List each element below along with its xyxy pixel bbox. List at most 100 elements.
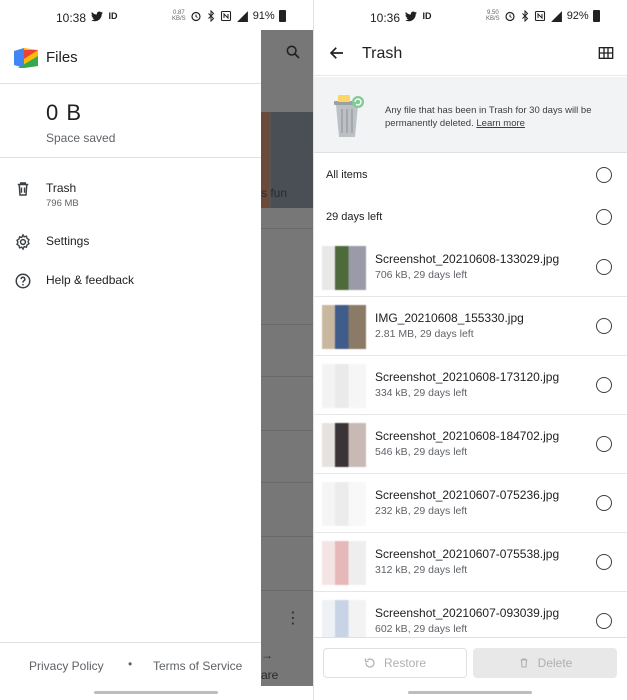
right-screen: 10:36 ID 9.50 KB/S 92% Trash Any file th…: [314, 0, 627, 700]
trash-icon: [17, 182, 29, 196]
drawer-item-label: Trash: [46, 181, 77, 195]
banner-message: Any file that has been in Trash for 30 d…: [385, 104, 621, 130]
notification-icons: ID: [405, 10, 433, 22]
drawer-item-sub: 796 MB: [46, 198, 79, 209]
footer-separator: •: [128, 657, 133, 671]
battery-percent: 92%: [566, 10, 589, 22]
gesture-handle[interactable]: [408, 691, 532, 694]
learn-more-link[interactable]: Learn more: [476, 118, 525, 129]
file-thumbnail: [322, 482, 366, 526]
file-name: Screenshot_20210607-093039.jpg: [375, 606, 560, 620]
system-icons: 0.87 KB/S 91%: [172, 10, 286, 22]
drawer-header: Files: [0, 30, 261, 84]
system-icons: 9.50 KB/S 92%: [486, 10, 600, 22]
file-select-radio[interactable]: [596, 436, 612, 452]
file-meta: 334 kB, 29 days left: [375, 387, 468, 399]
file-select-radio[interactable]: [596, 613, 612, 629]
background-app-scrim[interactable]: s fun ⋮ → are: [261, 30, 313, 686]
file-name: Screenshot_20210607-075538.jpg: [375, 547, 560, 561]
terms-of-service-link[interactable]: Terms of Service: [153, 659, 242, 673]
privacy-policy-link[interactable]: Privacy Policy: [29, 659, 104, 673]
select-all-radio[interactable]: [596, 167, 612, 183]
grid-view-icon[interactable]: [598, 45, 614, 61]
file-meta: 602 kB, 29 days left: [375, 623, 468, 635]
file-select-radio[interactable]: [596, 318, 612, 334]
file-name: Screenshot_20210608-173120.jpg: [375, 370, 560, 384]
file-select-radio[interactable]: [596, 554, 612, 570]
background-share-icon: →: [261, 648, 273, 662]
file-select-radio[interactable]: [596, 495, 612, 511]
drawer-item-trash[interactable]: Trash 796 MB: [0, 171, 261, 209]
bluetooth-icon: [207, 10, 214, 22]
signal-icon: [550, 11, 562, 22]
group-header-row[interactable]: 29 days left: [314, 196, 627, 238]
file-name: Screenshot_20210607-075236.jpg: [375, 488, 560, 502]
restore-button[interactable]: Restore: [323, 648, 467, 678]
file-row[interactable]: Screenshot_20210608-184702.jpg 546 kB, 29…: [314, 415, 627, 474]
file-row[interactable]: Screenshot_20210607-075538.jpg 312 kB, 29…: [314, 533, 627, 592]
file-row[interactable]: IMG_20210608_155330.jpg 2.81 MB, 29 days …: [314, 297, 627, 356]
background-share-label: are: [261, 668, 279, 682]
group-label: 29 days left: [326, 211, 383, 223]
trash-info-banner: Any file that has been in Trash for 30 d…: [314, 77, 627, 153]
gesture-handle[interactable]: [94, 691, 218, 694]
app-title: Files: [46, 49, 78, 66]
net-speed-unit: KB/S: [486, 16, 500, 22]
drawer-footer: Privacy Policy • Terms of Service: [0, 642, 261, 686]
network-speed: 0.87 KB/S: [172, 10, 186, 22]
delete-label: Delete: [537, 656, 573, 670]
delete-button[interactable]: Delete: [473, 648, 617, 678]
file-meta: 2.81 MB, 29 days left: [375, 328, 474, 340]
restore-icon: [364, 658, 375, 668]
file-name: Screenshot_20210608-133029.jpg: [375, 252, 560, 266]
all-items-label: All items: [326, 169, 368, 181]
battery-icon: [592, 10, 600, 22]
file-thumbnail: [322, 305, 366, 349]
space-saved-value: 0 B: [46, 100, 83, 125]
file-thumbnail: [322, 541, 366, 585]
all-items-row[interactable]: All items: [314, 154, 627, 196]
file-meta: 232 kB, 29 days left: [375, 505, 468, 517]
drawer-item-help[interactable]: Help & feedback: [0, 263, 261, 301]
background-divider: [261, 590, 313, 591]
battery-percent: 91%: [252, 10, 275, 22]
action-bar: Restore Delete: [314, 637, 627, 686]
background-divider: [261, 228, 313, 229]
signal-icon: [236, 11, 248, 22]
left-screen: 10:38 ID 0.87 KB/S 91% s fun ⋮ → are Fil…: [0, 0, 313, 700]
alarm-icon: [505, 11, 515, 22]
file-row[interactable]: Screenshot_20210608-173120.jpg 334 kB, 29…: [314, 356, 627, 415]
drawer-item-label: Help & feedback: [46, 273, 135, 287]
gear-icon: [16, 233, 30, 251]
drawer-divider: [0, 157, 261, 158]
file-thumbnail: [322, 423, 366, 467]
top-app-bar: Trash: [314, 30, 627, 76]
file-row[interactable]: Screenshot_20210607-075236.jpg 232 kB, 29…: [314, 474, 627, 533]
trash-can-illustration-icon: [334, 95, 364, 137]
file-select-radio[interactable]: [596, 259, 612, 275]
nfc-icon: [534, 10, 545, 22]
space-saved-label: Space saved: [46, 131, 116, 145]
select-group-radio[interactable]: [596, 209, 612, 225]
file-thumbnail: [322, 246, 366, 290]
search-icon: [286, 45, 300, 59]
file-row[interactable]: Screenshot_20210608-133029.jpg 706 kB, 29…: [314, 238, 627, 297]
network-speed: 9.50 KB/S: [486, 10, 500, 22]
notification-icons: ID: [91, 10, 119, 22]
gesture-bar: [0, 686, 313, 700]
nfc-icon: [220, 10, 231, 22]
page-title: Trash: [362, 45, 403, 62]
file-meta: 546 kB, 29 days left: [375, 446, 468, 458]
background-divider: [261, 482, 313, 483]
navigation-drawer: Files 0 B Space saved Trash 796 MB Setti…: [0, 30, 261, 686]
file-select-radio[interactable]: [596, 377, 612, 393]
file-name: Screenshot_20210608-184702.jpg: [375, 429, 560, 443]
back-arrow-icon[interactable]: [328, 44, 346, 62]
id-icon: ID: [422, 11, 432, 21]
drawer-item-label: Settings: [46, 234, 90, 248]
bluetooth-icon: [521, 10, 528, 22]
drawer-item-settings[interactable]: Settings: [0, 224, 261, 262]
battery-icon: [278, 10, 286, 22]
files-logo-icon: [14, 48, 38, 68]
net-speed-unit: KB/S: [172, 16, 186, 22]
